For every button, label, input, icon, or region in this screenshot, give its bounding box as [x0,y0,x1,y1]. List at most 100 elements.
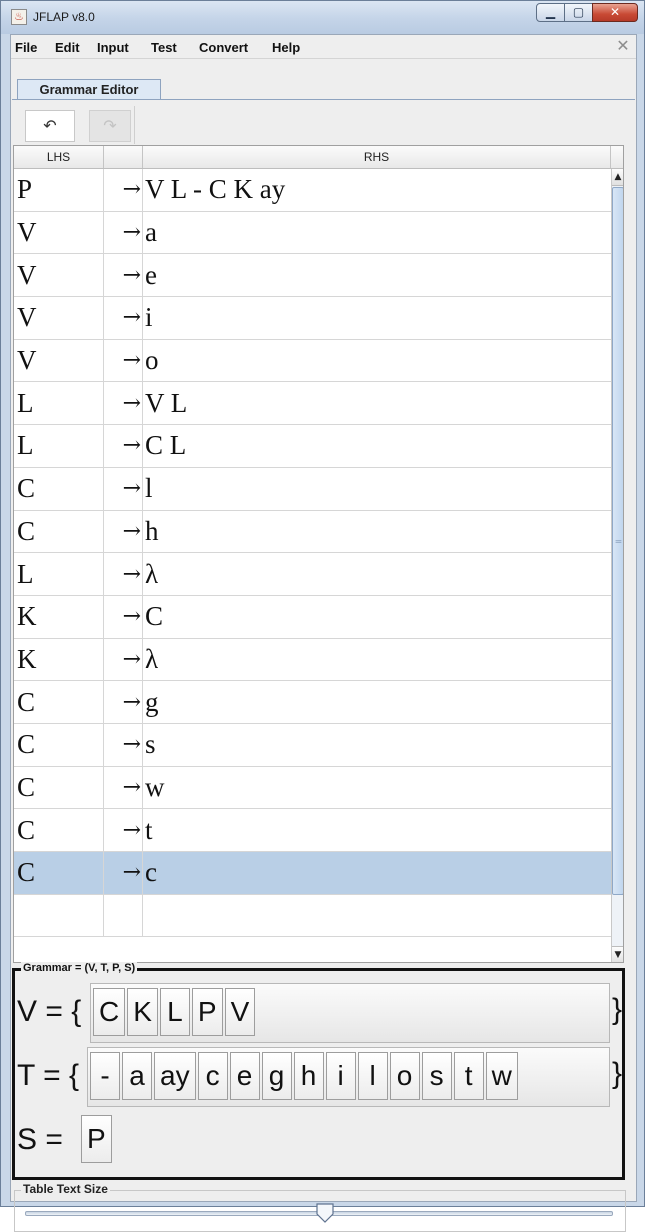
symbol-chip[interactable]: g [261,1052,292,1100]
undo-icon[interactable]: ↶ [25,110,75,142]
table-row[interactable]: K → C [14,595,611,639]
table-row[interactable]: V → e [14,254,611,298]
symbol-chip[interactable]: t [453,1052,484,1100]
lhs-cell[interactable]: C [14,467,104,510]
lhs-cell[interactable]: C [14,809,104,851]
maximize-button[interactable]: ▢ [564,3,593,22]
menu-test[interactable]: Test [151,40,177,55]
lhs-cell[interactable]: P [14,169,104,211]
symbol-chip[interactable]: s [421,1052,452,1100]
lhs-cell[interactable]: V [14,254,104,297]
symbol-chip[interactable]: h [293,1052,324,1100]
table-row[interactable]: L → V L [14,382,611,426]
rhs-cell[interactable]: λ [143,553,611,595]
table-row[interactable]: C → w [14,766,611,810]
table-row[interactable]: K → λ [14,638,611,682]
rhs-cell[interactable]: a [143,212,611,254]
lhs-cell[interactable]: C [14,766,104,809]
empty-table-row[interactable] [14,894,611,938]
rhs-cell[interactable]: e [143,254,611,296]
lhs-cell[interactable]: L [14,382,104,425]
table-row[interactable]: C → l [14,467,611,511]
table-row[interactable]: C → t [14,809,611,852]
minimize-button[interactable]: ▁ [536,3,565,22]
rhs-cell[interactable]: V L [143,382,611,424]
lhs-cell[interactable]: C [14,723,104,766]
table-row[interactable]: C → g [14,681,611,724]
symbol-chip[interactable]: l [357,1052,388,1100]
rhs-cell[interactable]: s [143,724,611,766]
symbol-chip[interactable]: i [325,1052,356,1100]
title-bar[interactable]: ♨ JFLAP v8.0 ▁ ▢ ✕ [1,1,644,34]
scroll-thumb[interactable]: ═ [612,187,623,895]
lhs-cell[interactable] [14,894,104,937]
lhs-cell[interactable]: L [14,425,104,467]
symbol-chip[interactable]: o [389,1052,420,1100]
symbol-chip[interactable]: L [159,988,190,1036]
lhs-cell[interactable]: K [14,595,104,638]
arrow-cell: → [104,297,143,339]
lhs-cell[interactable]: V [14,339,104,382]
lhs-cell[interactable]: L [14,553,104,595]
start-symbol[interactable]: P [81,1115,112,1163]
table-row[interactable]: V → a [14,211,611,255]
tab-grammar-editor[interactable]: Grammar Editor [17,79,161,101]
vertical-scrollbar[interactable]: ▲ ═ ▼ [611,169,623,962]
menu-edit[interactable]: Edit [55,40,80,55]
menu-input[interactable]: Input [97,40,129,55]
rhs-cell[interactable] [143,895,611,937]
lhs-cell[interactable]: K [14,638,104,681]
table-row[interactable]: C → c [14,852,611,895]
rhs-cell[interactable]: t [143,809,611,851]
scroll-up-arrow-icon[interactable]: ▲ [612,169,623,186]
menu-convert[interactable]: Convert [199,40,248,55]
rhs-cell[interactable]: C L [143,425,611,467]
redo-icon[interactable]: ↷ [89,110,131,142]
rhs-cell[interactable]: i [143,297,611,339]
symbol-chip[interactable]: a [122,1052,152,1100]
menu-help[interactable]: Help [272,40,300,55]
header-rhs[interactable]: RHS [143,146,611,168]
close-window-button[interactable]: ✕ [592,3,638,22]
lhs-cell[interactable]: C [14,510,104,553]
symbol-chip[interactable]: - [90,1052,120,1100]
rhs-cell[interactable]: g [143,681,611,723]
rhs-cell[interactable]: c [143,852,611,894]
grammar-title: Grammar = (V, T, P, S) [21,962,138,974]
symbol-chip[interactable]: c [197,1052,228,1100]
table-row[interactable]: L → C L [14,425,611,468]
lhs-cell[interactable]: C [14,852,104,894]
lhs-cell[interactable]: C [14,681,104,723]
header-lhs[interactable]: LHS [14,146,104,168]
symbol-chip[interactable]: e [229,1052,260,1100]
table-row[interactable]: C → s [14,723,611,767]
table-row[interactable]: P → V L - C K ay [14,169,611,212]
scroll-down-arrow-icon[interactable]: ▼ [612,946,623,962]
symbol-chip[interactable]: C [93,988,126,1036]
rhs-cell[interactable]: o [143,340,611,382]
lhs-cell[interactable]: V [14,211,104,254]
arrow-cell [104,894,143,937]
symbol-chip[interactable]: ay [154,1052,196,1100]
symbol-chip[interactable]: w [485,1052,518,1100]
table-row[interactable]: V → o [14,339,611,383]
table-row[interactable]: V → i [14,297,611,340]
rhs-cell[interactable]: w [143,767,611,809]
rhs-cell[interactable]: l [143,468,611,510]
symbol-chip[interactable]: K [127,988,158,1036]
rhs-cell[interactable]: C [143,596,611,638]
rhs-cell[interactable]: λ [143,639,611,681]
menu-file[interactable]: File [15,40,37,55]
lhs-cell[interactable]: V [14,297,104,339]
symbol-chip[interactable]: V [224,988,256,1036]
symbol-chip[interactable]: P [191,988,223,1036]
table-row[interactable]: L → λ [14,553,611,596]
close-tab-icon[interactable]: ✕ [614,37,632,55]
toolbar: ↶ ↷ [12,100,635,144]
header-arrow[interactable] [104,146,143,168]
rhs-cell[interactable]: h [143,511,611,553]
rhs-cell[interactable]: V L - C K ay [143,169,611,211]
text-size-slider-thumb[interactable] [315,1203,335,1223]
table-row[interactable]: C → h [14,510,611,554]
arrow-cell: → [104,766,143,809]
